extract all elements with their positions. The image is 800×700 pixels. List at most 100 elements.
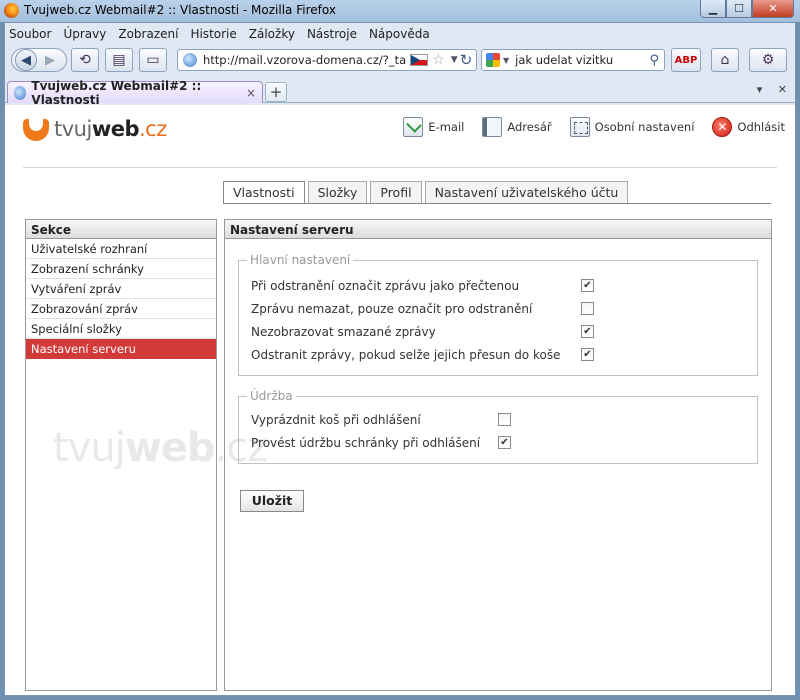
watermark-part1: tvuj: [53, 425, 126, 471]
tab-list-icon[interactable]: ▾: [757, 83, 763, 96]
tabs-underline: [223, 203, 771, 204]
google-icon[interactable]: [486, 53, 500, 67]
address-book-link[interactable]: Adresář: [482, 117, 552, 137]
firefox-icon: [4, 3, 19, 18]
search-text[interactable]: jak udelat vizitku: [515, 53, 613, 67]
close-window-button[interactable]: ✕: [752, 0, 794, 18]
webmail-page: tvujweb.cz E-mail Adresář Osobní nastave…: [5, 105, 795, 695]
czech-flag-icon: [410, 54, 429, 66]
tab-vlastnosti[interactable]: Vlastnosti: [223, 181, 305, 204]
address-book-label: Adresář: [507, 120, 552, 134]
window-titlebar: Tvujweb.cz Webmail#2 :: Vlastnosti - Moz…: [0, 0, 800, 22]
window-button[interactable]: ▭: [139, 48, 167, 72]
logo-cup-icon: [23, 115, 49, 143]
email-label: E-mail: [428, 120, 465, 134]
minimize-button[interactable]: ▁: [700, 0, 726, 18]
logout-icon: ✕: [712, 117, 733, 137]
window-title: Tvujweb.cz Webmail#2 :: Vlastnosti - Moz…: [24, 3, 336, 17]
menu-napoveda[interactable]: Nápověda: [369, 27, 430, 41]
top-links: E-mail Adresář Osobní nastavení ✕ Odhlás…: [385, 117, 785, 137]
option-hide-deleted-checkbox[interactable]: ✔: [581, 325, 594, 338]
tab-close-icon[interactable]: ×: [246, 86, 256, 100]
tab-slozky[interactable]: Složky: [307, 181, 368, 203]
option-delete-on-move-fail-label: Odstranit zprávy, pokud selže jejich pře…: [251, 348, 561, 362]
option-compact-label: Provést údržbu schránky při odhlášení: [251, 436, 481, 450]
maintenance-legend: Údržba: [247, 389, 296, 403]
search-icon[interactable]: ⚲: [649, 53, 659, 68]
print-button[interactable]: ▤: [105, 48, 133, 72]
search-engine-dropdown-icon[interactable]: ▼: [503, 56, 509, 65]
menu-soubor[interactable]: Soubor: [9, 27, 51, 41]
option-compact-checkbox[interactable]: ✔: [498, 436, 511, 449]
forward-arrow-icon[interactable]: ▶: [39, 49, 61, 71]
bookmark-star-icon[interactable]: ☆: [432, 52, 445, 68]
reload-icon[interactable]: ↻: [457, 48, 475, 72]
personal-settings-link[interactable]: Osobní nastavení: [569, 117, 695, 137]
history-button[interactable]: ⟲: [71, 48, 99, 72]
save-button[interactable]: Uložit: [240, 490, 304, 512]
sidebar-item-server-settings[interactable]: Nastavení serveru: [26, 339, 216, 359]
option-hide-deleted-label: Nezobrazovat smazané zprávy: [251, 325, 436, 339]
back-forward-buttons[interactable]: ◀ ▶: [11, 48, 67, 72]
menu-zalozky[interactable]: Záložky: [249, 27, 295, 41]
home-icon[interactable]: ⌂: [711, 48, 739, 72]
logo-text-part3: .cz: [139, 117, 167, 141]
main-settings-fieldset: Hlavní nastavení Při odstranění označit …: [238, 253, 758, 376]
logout-label: Odhlásit: [737, 120, 785, 134]
server-settings-panel: Nastavení serveru Hlavní nastavení Při o…: [224, 219, 772, 691]
tab-favicon-icon: [14, 85, 27, 100]
option-flag-delete-checkbox[interactable]: [581, 302, 594, 315]
logo-text-part2: web: [91, 117, 140, 141]
settings-icon: [569, 117, 590, 137]
sidebar-item-special-folders[interactable]: Speciální složky: [26, 319, 216, 339]
main-settings-legend: Hlavní nastavení: [247, 253, 354, 267]
logout-link[interactable]: ✕ Odhlásit: [712, 117, 785, 137]
tab-profil[interactable]: Profil: [370, 181, 422, 203]
settings-tabs: Vlastnosti Složky Profil Nastavení uživa…: [223, 181, 631, 204]
browser-tab-webmail[interactable]: Tvujweb.cz Webmail#2 :: Vlastnosti ×: [7, 79, 263, 107]
menu-zobrazeni[interactable]: Zobrazení: [118, 27, 178, 41]
option-delete-on-move-fail-checkbox[interactable]: ✔: [581, 348, 594, 361]
adblock-icon[interactable]: ABP: [671, 48, 701, 72]
site-globe-icon: [183, 53, 197, 67]
address-book-icon: [482, 117, 503, 137]
navigation-toolbar: ◀ ▶ ⟲ ▤ ▭ http://mail.vzorova-domena.cz/…: [5, 45, 795, 77]
watermark-part3: .cz: [214, 425, 269, 471]
new-tab-button[interactable]: +: [265, 82, 287, 102]
sidebar-item-user-interface[interactable]: Uživatelské rozhraní: [26, 239, 216, 259]
search-bar[interactable]: ▼ jak udelat vizitku ⚲: [481, 49, 665, 71]
tab-account-settings[interactable]: Nastavení uživatelského účtu: [424, 181, 629, 203]
tab-close-all-icon[interactable]: ✕: [778, 83, 787, 96]
option-flag-delete-label: Zprávu nemazat, pouze označit pro odstra…: [251, 302, 533, 316]
sidebar-item-compose[interactable]: Vytváření zpráv: [26, 279, 216, 299]
logo-text-part1: tvuj: [54, 117, 92, 141]
menu-upravy[interactable]: Úpravy: [63, 27, 106, 41]
tab-bar: Tvujweb.cz Webmail#2 :: Vlastnosti × + ▾…: [5, 79, 795, 107]
menu-historie[interactable]: Historie: [190, 27, 236, 41]
maximize-button[interactable]: ☐: [726, 0, 752, 18]
option-empty-trash-label: Vyprázdnit koš při odhlášení: [251, 413, 421, 427]
option-empty-trash-checkbox[interactable]: [498, 413, 511, 426]
sidebar-header: Sekce: [26, 220, 216, 239]
addon-icon[interactable]: ⚙: [749, 48, 787, 72]
watermark-part2: web: [124, 425, 216, 471]
menu-bar: Soubor Úpravy Zobrazení Historie Záložky…: [5, 23, 795, 45]
personal-settings-label: Osobní nastavení: [594, 120, 695, 134]
tvujweb-watermark: tvujweb.cz: [53, 425, 269, 471]
email-link[interactable]: E-mail: [403, 117, 464, 137]
option-mark-read-label: Při odstranění označit zprávu jako přečt…: [251, 279, 520, 293]
sidebar-item-display[interactable]: Zobrazování zpráv: [26, 299, 216, 319]
back-arrow-icon[interactable]: ◀: [15, 49, 37, 71]
header-divider: [23, 167, 777, 168]
sidebar-item-mailbox-view[interactable]: Zobrazení schránky: [26, 259, 216, 279]
option-mark-read-checkbox[interactable]: ✔: [581, 279, 594, 292]
maintenance-fieldset: Údržba Vyprázdnit koš při odhlášení Prov…: [238, 389, 758, 464]
email-icon: [403, 117, 424, 137]
tab-title[interactable]: Tvujweb.cz Webmail#2 :: Vlastnosti: [31, 79, 246, 107]
url-text[interactable]: http://mail.vzorova-domena.cz/?_ta: [203, 53, 406, 67]
menu-nastroje[interactable]: Nástroje: [307, 27, 357, 41]
tvujweb-logo[interactable]: tvujweb.cz: [23, 115, 167, 143]
tab-controls: ▾ ✕: [745, 83, 787, 96]
panel-header: Nastavení serveru: [225, 220, 771, 239]
url-bar[interactable]: http://mail.vzorova-domena.cz/?_ta ☆ ▼: [177, 49, 477, 71]
